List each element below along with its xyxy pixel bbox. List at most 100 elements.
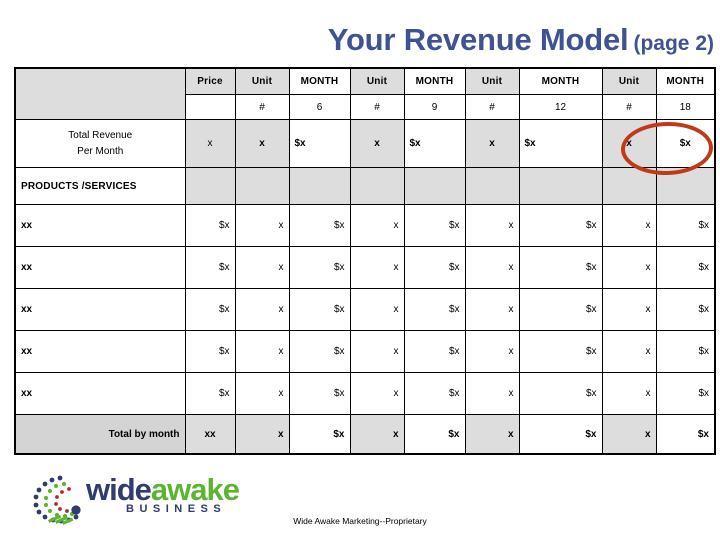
products-services-month-3: [518, 167, 603, 205]
total-revenue-price: x: [184, 119, 236, 168]
item-month-3: $x: [518, 372, 603, 415]
total-by-month-unit-2: x: [349, 414, 405, 455]
item-month-2: $x: [403, 246, 466, 289]
subheader-unit-3: #: [464, 94, 520, 120]
footer-proprietary-note: Wide Awake Marketing--Proprietary: [293, 516, 427, 526]
row-label-item: xx: [14, 372, 186, 415]
products-services-price: [184, 167, 236, 205]
total-by-month-unit-3: x: [464, 414, 520, 455]
total-by-month-unit-4: x: [601, 414, 657, 455]
total-revenue-label-line1: Total Revenue: [68, 129, 133, 141]
item-month-1: $x: [288, 372, 351, 415]
revenue-table-container: Price Unit MONTH Unit MONTH Unit MONTH U…: [14, 67, 716, 455]
products-services-unit-4: [601, 167, 657, 205]
item-month-3: $x: [518, 288, 603, 331]
table-row-total-revenue: Total Revenue Per Month x x $x x $x x $x…: [14, 119, 716, 168]
row-label-item: xx: [14, 288, 186, 331]
subheader-unit-4: #: [601, 94, 657, 120]
item-month-1: $x: [288, 288, 351, 331]
item-unit-2: x: [349, 246, 405, 289]
products-services-unit-3: [464, 167, 520, 205]
row-label-total-by-month: Total by month: [14, 414, 186, 455]
logo-word-awake: awake: [150, 472, 240, 507]
item-price: $x: [184, 372, 236, 415]
products-services-month-2: [403, 167, 466, 205]
item-unit-3: x: [464, 372, 520, 415]
subheader-month-4: 18: [655, 94, 716, 120]
item-month-4: $x: [655, 372, 716, 415]
subheader-month-1: 6: [288, 94, 351, 120]
item-price: $x: [184, 330, 236, 373]
products-services-unit-1: [234, 167, 290, 205]
item-unit-1: x: [234, 372, 290, 415]
item-month-4: $x: [655, 330, 716, 373]
products-services-unit-2: [349, 167, 405, 205]
total-revenue-unit-1: x: [234, 119, 290, 168]
row-label-products-services: PRODUCTS /SERVICES: [14, 167, 186, 205]
item-price: $x: [184, 246, 236, 289]
item-month-2: $x: [403, 372, 466, 415]
item-price: $x: [184, 204, 236, 247]
page-title-page-number: (page 2): [633, 32, 714, 55]
item-month-3: $x: [518, 204, 603, 247]
item-unit-3: x: [464, 330, 520, 373]
column-header-month-4: MONTH: [655, 67, 716, 95]
item-month-1: $x: [288, 246, 351, 289]
total-revenue-month-4: $x: [655, 119, 716, 168]
subheader-unit-2: #: [349, 94, 405, 120]
item-unit-4: x: [601, 204, 657, 247]
total-revenue-unit-2: x: [349, 119, 405, 168]
table-header-row-1: Price Unit MONTH Unit MONTH Unit MONTH U…: [14, 67, 716, 120]
subheader-month-2: 9: [403, 94, 466, 120]
total-by-month-month-3: $x: [518, 414, 603, 455]
item-month-2: $x: [403, 288, 466, 331]
item-month-4: $x: [655, 204, 716, 247]
item-unit-2: x: [349, 372, 405, 415]
item-unit-1: x: [234, 288, 290, 331]
item-month-4: $x: [655, 246, 716, 289]
total-by-month-month-4: $x: [655, 414, 716, 455]
column-header-month-2: MONTH: [403, 67, 466, 95]
total-revenue-unit-3: x: [464, 119, 520, 168]
column-header-month-3: MONTH: [518, 67, 603, 95]
column-header-unit-1: Unit: [234, 67, 290, 95]
products-services-month-1: [288, 167, 351, 205]
table-corner-cell: [14, 67, 186, 120]
item-month-2: $x: [403, 330, 466, 373]
row-label-item: xx: [14, 246, 186, 289]
subheader-price: [184, 94, 236, 120]
item-unit-2: x: [349, 204, 405, 247]
item-unit-1: x: [234, 204, 290, 247]
item-unit-4: x: [601, 288, 657, 331]
table-row: xx $x x $x x $x x $x x $x: [14, 204, 716, 247]
table-row: xx $x x $x x $x x $x x $x: [14, 372, 716, 415]
row-label-total-revenue: Total Revenue Per Month: [14, 119, 186, 168]
item-unit-2: x: [349, 288, 405, 331]
table-row: xx $x x $x x $x x $x x $x: [14, 246, 716, 289]
item-unit-3: x: [464, 204, 520, 247]
item-month-1: $x: [288, 204, 351, 247]
item-month-3: $x: [518, 246, 603, 289]
total-by-month-unit-1: x: [234, 414, 290, 455]
column-header-price: Price: [184, 67, 236, 95]
total-by-month-month-2: $x: [403, 414, 466, 455]
total-by-month-price: xx: [184, 414, 236, 455]
item-unit-4: x: [601, 246, 657, 289]
total-by-month-month-1: $x: [288, 414, 351, 455]
table-row-products-services: PRODUCTS /SERVICES: [14, 167, 716, 205]
page-title-main: Your Revenue Model: [327, 22, 629, 57]
item-month-1: $x: [288, 330, 351, 373]
table-row-total-by-month: Total by month xx x $x x $x x $x x $x: [14, 414, 716, 455]
revenue-model-table: Price Unit MONTH Unit MONTH Unit MONTH U…: [14, 67, 716, 455]
item-unit-4: x: [601, 330, 657, 373]
total-revenue-month-2: $x: [403, 119, 466, 168]
row-label-item: xx: [14, 330, 186, 373]
item-month-3: $x: [518, 330, 603, 373]
total-revenue-month-3: $x: [518, 119, 603, 168]
column-header-unit-2: Unit: [349, 67, 405, 95]
item-unit-1: x: [234, 330, 290, 373]
logo-tagline: BUSINESS: [126, 503, 227, 515]
total-revenue-month-1: $x: [288, 119, 351, 168]
products-services-month-4: [655, 167, 716, 205]
subheader-month-3: 12: [518, 94, 603, 120]
